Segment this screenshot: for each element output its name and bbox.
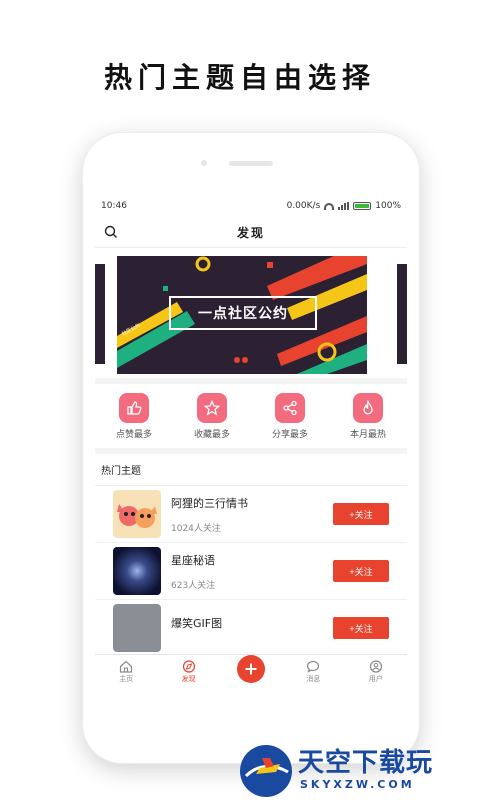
quick-label: 点赞最多	[115, 429, 152, 440]
topic-name: 阿狸的三行情书	[171, 496, 248, 510]
watermark-title: 天空下载玩	[298, 748, 434, 778]
wifi-icon	[324, 202, 335, 210]
follow-button[interactable]: +关注	[333, 503, 389, 525]
network-speed: 0.00K/s	[286, 201, 321, 211]
watermark-subtitle: SKYXZW.COM	[300, 778, 415, 791]
list-item[interactable]: 星座秘语 623人关注 +关注	[95, 543, 407, 600]
quick-hottest-month[interactable]: 本月最热	[335, 392, 401, 440]
quick-label: 本月最热	[349, 429, 386, 440]
share-icon	[275, 392, 305, 423]
tab-messages[interactable]: 消息	[288, 660, 338, 684]
search-icon[interactable]	[104, 225, 118, 239]
quick-most-shared[interactable]: 分享最多	[257, 392, 323, 440]
tab-home[interactable]: 主页	[101, 660, 151, 684]
list-item[interactable]: 阿狸的三行情书 1024人关注 +关注	[95, 486, 407, 543]
tab-label: 发现	[181, 675, 196, 683]
nav-bar: 发现	[95, 217, 407, 248]
flame-icon	[353, 392, 383, 423]
topic-followers: 1024人关注	[171, 523, 221, 534]
message-icon	[307, 660, 320, 673]
camera	[201, 160, 207, 166]
banner-prev-peek[interactable]	[95, 264, 105, 364]
phone-frame: 10:46 0.00K/s 100% 发现 一点社区公约 社区公约 点赞最多 收…	[82, 132, 420, 764]
list-item[interactable]: 爆笑GIF图 +关注	[95, 600, 407, 657]
banner-title: 一点社区公约	[169, 296, 317, 330]
banner-carousel[interactable]: 一点社区公约 社区公约	[95, 248, 407, 378]
plane-logo-icon	[240, 745, 292, 797]
site-watermark: 天空下载玩 SKYXZW.COM	[236, 742, 480, 800]
quick-label: 收藏最多	[193, 429, 230, 440]
battery-level: 100%	[375, 201, 401, 211]
topic-name: 爆笑GIF图	[171, 617, 223, 630]
topic-thumbnail	[113, 490, 161, 538]
banner-next-peek[interactable]	[397, 264, 407, 364]
user-icon	[369, 660, 382, 673]
home-icon	[120, 660, 133, 673]
tab-label: 主页	[119, 675, 134, 683]
tab-user[interactable]: 用户	[351, 660, 401, 684]
follow-button[interactable]: +关注	[333, 617, 389, 639]
plus-icon	[236, 655, 265, 683]
tab-discover[interactable]: 发现	[164, 660, 214, 684]
quick-actions: 点赞最多 收藏最多 分享最多 本月最热	[95, 384, 407, 448]
status-bar: 10:46 0.00K/s 100%	[95, 195, 407, 217]
tab-label: 用户	[368, 675, 383, 683]
battery-icon	[353, 202, 372, 210]
bottom-tab-bar: 主页 发现 消息 用户	[95, 654, 407, 689]
discover-icon	[182, 660, 195, 673]
tab-create[interactable]	[226, 655, 276, 683]
topic-thumbnail	[113, 604, 161, 652]
speaker	[229, 161, 273, 166]
signal-icon	[338, 202, 350, 210]
headline: 热门主题自由选择	[103, 61, 376, 94]
thumbs-up-icon	[119, 392, 149, 423]
banner-slide[interactable]: 一点社区公约 社区公约	[117, 256, 367, 374]
quick-label: 分享最多	[271, 429, 308, 440]
status-time: 10:46	[101, 201, 127, 211]
page-title: 发现	[236, 225, 265, 240]
topic-thumbnail	[113, 547, 161, 595]
topic-followers: 623人关注	[171, 580, 216, 591]
star-icon	[197, 392, 227, 423]
quick-most-saved[interactable]: 收藏最多	[179, 392, 245, 440]
quick-most-liked[interactable]: 点赞最多	[101, 392, 167, 440]
section-title: 热门主题	[95, 454, 407, 486]
topic-name: 星座秘语	[171, 553, 215, 567]
tab-label: 消息	[306, 675, 321, 683]
follow-button[interactable]: +关注	[333, 560, 389, 582]
app-screen: 10:46 0.00K/s 100% 发现 一点社区公约 社区公约 点赞最多 收…	[95, 195, 407, 689]
